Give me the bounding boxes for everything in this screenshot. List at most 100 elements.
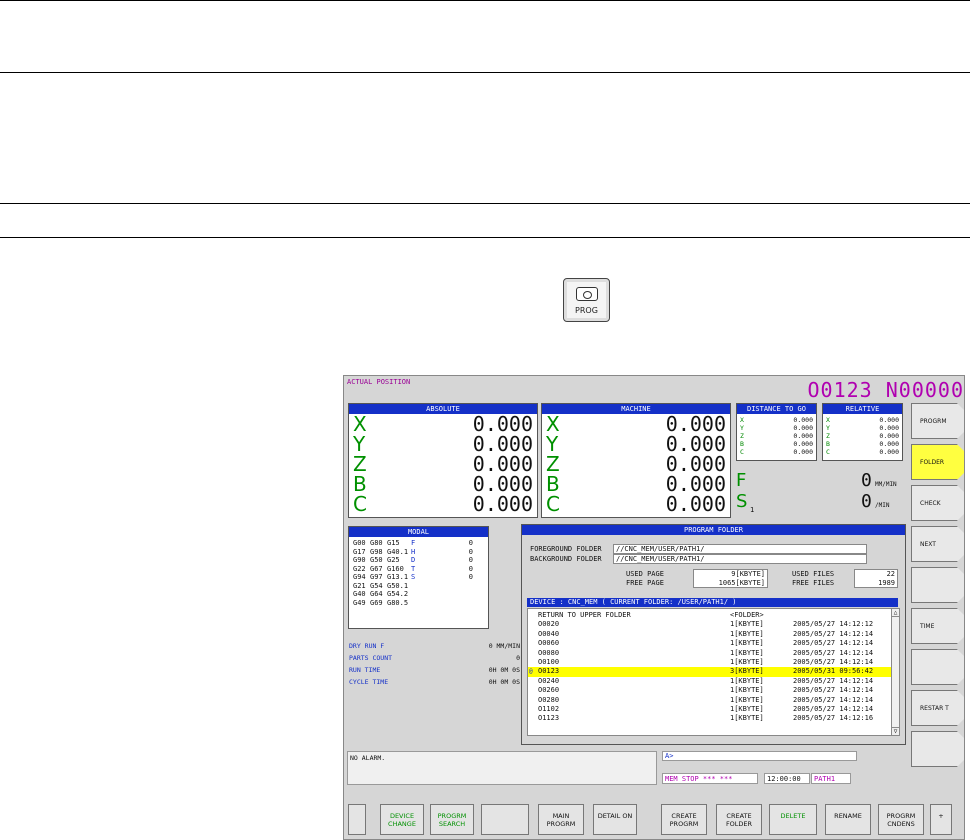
file-row[interactable]: RETURN TO UPPER FOLDER <FOLDER> — [528, 611, 899, 620]
rule-3 — [0, 203, 970, 204]
bottom-softkey[interactable]: RENAME — [825, 804, 871, 835]
prog-key-label: PROG — [575, 306, 598, 315]
bottom-softkey[interactable]: CREATE PROGRM — [661, 804, 707, 835]
info-value: 0 MM/MIN — [488, 642, 520, 650]
file-name: O0260 — [538, 686, 560, 695]
spindle-label: S — [736, 491, 748, 512]
spindle-unit: /MIN — [875, 502, 890, 509]
machine-axis-label: C — [546, 492, 560, 516]
prog-function-key[interactable]: PROG — [563, 278, 610, 322]
key-input-line[interactable]: A> — [662, 751, 857, 761]
spindle-sub: 1 — [750, 506, 755, 514]
side-softkey[interactable]: FOLDER — [911, 444, 964, 480]
file-size: 1[KBYTE] — [730, 704, 764, 713]
modal-cell: G80.5 — [387, 598, 409, 607]
rule-4 — [0, 237, 970, 238]
modal-cell: G90 — [353, 556, 366, 564]
bottom-softkey[interactable]: DEVICE CHANGE — [380, 804, 424, 835]
bottom-softkey[interactable]: + — [930, 804, 952, 835]
modal-cell — [411, 599, 437, 608]
modal-cell: 0 — [468, 556, 473, 564]
bottom-softkey[interactable]: PROGRM SEARCH — [430, 804, 474, 835]
relative-axis-value: 0.000 — [879, 424, 899, 432]
info-row: CYCLE TIME 0H 0M 0S — [344, 678, 520, 690]
side-softkey[interactable]: RESTAR T — [911, 690, 964, 726]
absolute-row: X 0.000 — [349, 412, 537, 436]
file-row[interactable]: O0260 1[KBYTE] 2005/05/27 14:12:14 — [528, 686, 899, 695]
bottom-softkey[interactable] — [348, 804, 366, 835]
machine-row: X 0.000 — [542, 412, 730, 436]
bottom-softkey[interactable]: DETAIL ON — [593, 804, 637, 835]
file-name: O0123 — [538, 667, 560, 676]
modal-row: G49 G69 G80.5 — [353, 599, 484, 608]
scroll-down-icon[interactable]: ▽ — [892, 727, 899, 735]
distance-axis-label: C — [740, 448, 744, 456]
file-name: O0100 — [538, 657, 560, 666]
modal-row: G94 G97 G13.1 S 0 — [353, 573, 484, 582]
file-row[interactable]: O0100 1[KBYTE] 2005/05/27 14:12:14 — [528, 658, 899, 667]
feed-unit: MM/MIN — [875, 481, 897, 488]
modal-cell — [437, 599, 473, 608]
distance-row: B 0.000 — [737, 440, 816, 448]
side-softkey[interactable] — [911, 731, 964, 767]
file-name: O1102 — [538, 704, 560, 713]
file-mark: @ — [529, 668, 533, 676]
scroll-up-icon[interactable]: △ — [892, 609, 899, 617]
file-name: O0060 — [538, 639, 560, 648]
file-list-scrollbar[interactable]: △ ▽ — [891, 609, 899, 735]
file-date: 2005/05/31 09:56:42 — [793, 667, 874, 676]
file-row[interactable]: @ O0123 3[KBYTE] 2005/05/31 09:56:42 — [528, 667, 899, 677]
modal-cell: G17 — [353, 547, 366, 556]
machine-row: B 0.000 — [542, 472, 730, 496]
bottom-softkey[interactable]: CREATE FOLDER — [716, 804, 762, 835]
absolute-axis-value: 0.000 — [472, 492, 533, 516]
file-row[interactable]: O0020 1[KBYTE] 2005/05/27 14:12:12 — [528, 620, 899, 629]
file-row[interactable]: O1123 1[KBYTE] 2005/05/27 14:12:16 — [528, 714, 899, 723]
feed-value: 0 — [861, 470, 872, 491]
status-time: 12:00:00 — [764, 773, 810, 784]
file-row[interactable]: O0240 1[KBYTE] 2005/05/27 14:12:14 — [528, 677, 899, 686]
free-files-label: FREE FILES — [792, 579, 835, 587]
distance-axis-label: X — [740, 416, 744, 424]
file-list: RETURN TO UPPER FOLDER <FOLDER> O0020 1[KBY… — [527, 608, 900, 736]
file-date: 2005/05/27 14:12:16 — [793, 714, 874, 723]
modal-row: G22 G67 G160 T 0 — [353, 565, 484, 574]
side-softkey[interactable]: PROGRM — [911, 403, 964, 439]
info-row: DRY RUN F 0 MM/MIN — [344, 642, 520, 654]
side-softkey[interactable]: NEXT — [911, 526, 964, 562]
modal-cell: F — [411, 539, 416, 547]
file-name: O1123 — [538, 714, 560, 723]
file-size: 3[KBYTE] — [730, 667, 764, 676]
bottom-softkey[interactable]: DELETE — [769, 804, 817, 835]
modal-row: G21 G54 G50.1 — [353, 582, 484, 591]
bottom-softkey[interactable] — [481, 804, 529, 835]
side-softkey[interactable]: TIME — [911, 608, 964, 644]
info-row: RUN TIME 0H 0M 0S — [344, 666, 520, 678]
file-size: 1[KBYTE] — [730, 714, 764, 723]
used-page-value: 9[KBYTE] — [731, 570, 765, 578]
bg-folder-label: BACKGROUND FOLDER — [530, 555, 602, 563]
modal-cell: G50.1 — [387, 581, 409, 590]
side-softkey[interactable] — [911, 567, 964, 603]
absolute-row: C 0.000 — [349, 492, 537, 516]
status-path: PATH1 — [811, 773, 851, 784]
bottom-softkey[interactable]: MAIN PROGRM — [538, 804, 584, 835]
side-softkey[interactable] — [911, 649, 964, 685]
relative-axis-value: 0.000 — [879, 440, 899, 448]
file-row[interactable]: O1102 1[KBYTE] 2005/05/27 14:12:14 — [528, 705, 899, 714]
file-row[interactable]: O0060 1[KBYTE] 2005/05/27 14:12:14 — [528, 639, 899, 648]
modal-cell: D — [411, 556, 416, 564]
relative-header: RELATIVE — [823, 404, 902, 414]
file-row[interactable]: O0040 1[KBYTE] 2005/05/27 14:12:14 — [528, 630, 899, 639]
file-row[interactable]: O0280 1[KBYTE] 2005/05/27 14:12:14 — [528, 696, 899, 705]
bottom-softkey[interactable]: PROGRM CNDENS — [878, 804, 924, 835]
file-row[interactable]: O0080 1[KBYTE] 2005/05/27 14:12:14 — [528, 649, 899, 658]
file-date: 2005/05/27 14:12:14 — [793, 639, 874, 648]
status-mode: MEM STOP *** *** — [662, 773, 758, 784]
modal-header: MODAL — [349, 527, 488, 537]
file-size: 1[KBYTE] — [730, 648, 764, 657]
side-softkey[interactable]: CHECK — [911, 485, 964, 521]
relative-axis-label: C — [826, 448, 830, 456]
screen-title: ACTUAL POSITION — [347, 378, 411, 386]
file-size: 1[KBYTE] — [730, 629, 764, 638]
